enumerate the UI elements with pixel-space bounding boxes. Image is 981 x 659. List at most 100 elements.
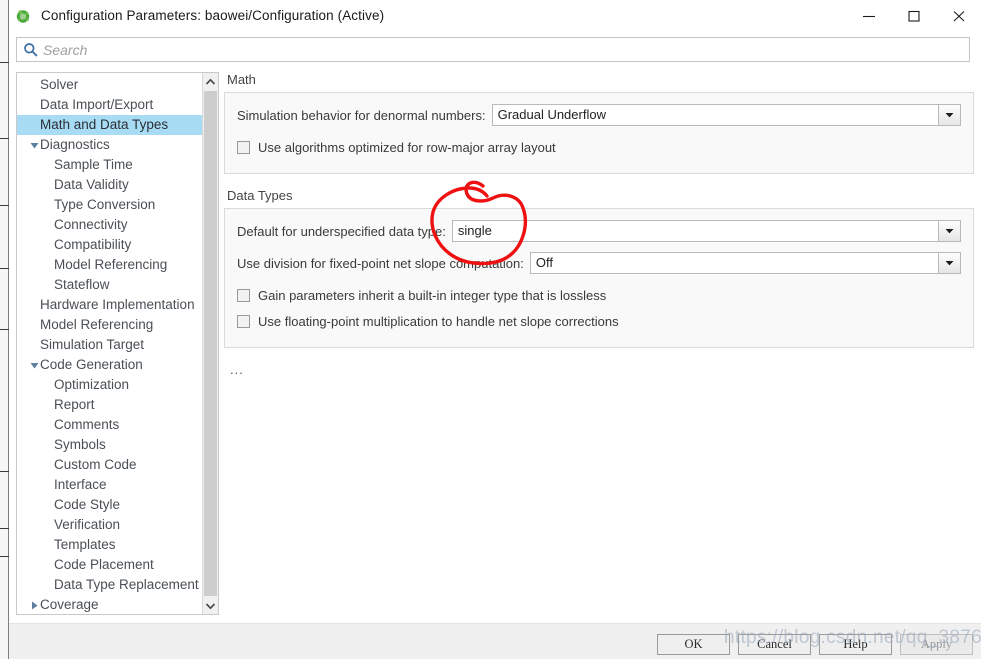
sidebar-item-label: Interface	[54, 477, 107, 492]
cancel-button[interactable]: Cancel	[738, 634, 811, 655]
sidebar-item-label: Simulation Target	[40, 337, 145, 352]
edge-tick	[0, 268, 9, 269]
edge-tick	[0, 471, 9, 472]
sidebar-item-math-and-data-types[interactable]: Math and Data Types	[17, 115, 203, 135]
sidebar-item-code-generation[interactable]: Code Generation	[17, 355, 203, 375]
minimize-icon[interactable]	[846, 0, 891, 31]
gain-lossless-checkbox[interactable]	[237, 288, 250, 302]
sidebar-item-label: Templates	[54, 537, 116, 552]
sidebar-item-label: Code Generation	[40, 357, 143, 372]
edge-tick	[0, 138, 9, 139]
sidebar-item-comments[interactable]: Comments	[17, 415, 203, 435]
default-underspecified-type-dropdown[interactable]: single	[451, 220, 961, 242]
sidebar-item-label: Symbols	[54, 437, 106, 452]
float-multiplication-checkbox[interactable]	[237, 314, 250, 328]
edge-tick	[0, 556, 9, 557]
search-icon	[17, 42, 43, 57]
sidebar-item-coverage[interactable]: Coverage	[17, 595, 203, 614]
sidebar-item-data-validity[interactable]: Data Validity	[17, 175, 203, 195]
sidebar-item-type-conversion[interactable]: Type Conversion	[17, 195, 203, 215]
sidebar-item-label: Data Import/Export	[40, 97, 154, 112]
tree-expanded-arrow-icon[interactable]	[28, 355, 40, 375]
math-group: Simulation behavior for denormal numbers…	[224, 92, 974, 174]
chevron-down-icon[interactable]	[938, 253, 960, 273]
net-slope-division-dropdown[interactable]: Off	[529, 252, 961, 274]
sidebar-item-label: Connectivity	[54, 217, 128, 232]
sidebar-item-label: Optimization	[54, 377, 130, 392]
sidebar-item-data-type-replacement[interactable]: Data Type Replacement	[17, 575, 203, 595]
default-underspecified-type-label: Default for underspecified data type:	[237, 223, 446, 239]
help-button[interactable]: Help	[819, 634, 892, 655]
sidebar-item-label: Compatibility	[54, 237, 132, 252]
row-major-row[interactable]: Use algorithms optimized for row-major a…	[237, 135, 961, 159]
tree-scrollbar[interactable]	[202, 73, 218, 614]
sidebar-item-diagnostics[interactable]: Diagnostics	[17, 135, 203, 155]
sidebar-item-compatibility[interactable]: Compatibility	[17, 235, 203, 255]
gain-lossless-row[interactable]: Gain parameters inherit a built-in integ…	[237, 283, 961, 307]
denormal-behavior-value: Gradual Underflow	[497, 107, 606, 122]
search-bar: Search	[9, 31, 981, 64]
row-major-label: Use algorithms optimized for row-major a…	[258, 139, 556, 155]
sidebar-item-templates[interactable]: Templates	[17, 535, 203, 555]
float-multiplication-row[interactable]: Use floating-point multiplication to han…	[237, 309, 961, 333]
tree-scrollbar-thumb[interactable]	[204, 91, 217, 596]
close-icon[interactable]	[936, 0, 981, 31]
denormal-behavior-dropdown[interactable]: Gradual Underflow	[491, 104, 961, 126]
window-title: Configuration Parameters: baowei/Configu…	[41, 8, 385, 23]
window-left-edge	[0, 0, 9, 659]
float-multiplication-label: Use floating-point multiplication to han…	[258, 313, 619, 329]
chevron-down-icon[interactable]	[938, 105, 960, 125]
sidebar-item-label: Type Conversion	[54, 197, 156, 212]
dialog-body: Solver Data Import/Export Math and Data Ty…	[9, 64, 981, 623]
title-bar[interactable]: Configuration Parameters: baowei/Configu…	[9, 0, 981, 31]
sidebar-item-label: Hardware Implementation	[40, 297, 195, 312]
dialog-button-bar: OK Cancel Help Apply	[9, 623, 981, 659]
more-settings-ellipsis[interactable]: ...	[230, 362, 974, 377]
sidebar-item-model-referencing[interactable]: Model Referencing	[17, 315, 203, 335]
chevron-down-icon[interactable]	[203, 597, 218, 614]
apply-button[interactable]: Apply	[900, 634, 973, 655]
settings-content-panel: Math Simulation behavior for denormal nu…	[224, 72, 974, 615]
chevron-down-icon[interactable]	[938, 221, 960, 241]
sidebar-item-code-style[interactable]: Code Style	[17, 495, 203, 515]
sidebar-item-symbols[interactable]: Symbols	[17, 435, 203, 455]
sidebar-item-label: Verification	[54, 517, 121, 532]
sidebar-item-sample-time[interactable]: Sample Time	[17, 155, 203, 175]
net-slope-division-value: Off	[535, 255, 553, 270]
sidebar-item-verification[interactable]: Verification	[17, 515, 203, 535]
sidebar-item-label: Custom Code	[54, 457, 137, 472]
sidebar-item-label: Comments	[54, 417, 120, 432]
tree-collapsed-arrow-icon[interactable]	[28, 595, 40, 614]
sidebar-item-solver[interactable]: Solver	[17, 75, 203, 95]
sidebar-item-label: Model Referencing	[40, 317, 154, 332]
ok-button[interactable]: OK	[657, 634, 730, 655]
net-slope-division-row: Use division for fixed-point net slope c…	[237, 251, 961, 275]
sidebar-item-model-referencing[interactable]: Model Referencing	[17, 255, 203, 275]
edge-tick	[0, 329, 9, 330]
sidebar-item-label: Sample Time	[54, 157, 133, 172]
search-placeholder: Search	[43, 41, 88, 58]
math-section-title: Math	[227, 72, 256, 87]
sidebar-item-interface[interactable]: Interface	[17, 475, 203, 495]
denormal-behavior-label: Simulation behavior for denormal numbers…	[237, 107, 486, 123]
sidebar-item-custom-code[interactable]: Custom Code	[17, 455, 203, 475]
denormal-behavior-row: Simulation behavior for denormal numbers…	[237, 103, 961, 127]
tree-expanded-arrow-icon[interactable]	[28, 135, 40, 155]
sidebar-item-connectivity[interactable]: Connectivity	[17, 215, 203, 235]
search-input[interactable]: Search	[16, 37, 970, 62]
maximize-icon[interactable]	[891, 0, 936, 31]
row-major-checkbox[interactable]	[237, 140, 250, 154]
sidebar-item-label: Model Referencing	[54, 257, 168, 272]
sidebar-item-optimization[interactable]: Optimization	[17, 375, 203, 395]
sidebar-item-data-import-export[interactable]: Data Import/Export	[17, 95, 203, 115]
sidebar-item-code-placement[interactable]: Code Placement	[17, 555, 203, 575]
sidebar-item-hardware-implementation[interactable]: Hardware Implementation	[17, 295, 203, 315]
sidebar-item-report[interactable]: Report	[17, 395, 203, 415]
sidebar-item-stateflow[interactable]: Stateflow	[17, 275, 203, 295]
sidebar-item-label: Data Type Replacement	[54, 577, 199, 592]
window-controls	[846, 0, 981, 31]
edge-tick	[0, 528, 9, 529]
sidebar-item-label: Stateflow	[54, 277, 110, 292]
sidebar-item-simulation-target[interactable]: Simulation Target	[17, 335, 203, 355]
chevron-up-icon[interactable]	[203, 73, 218, 90]
